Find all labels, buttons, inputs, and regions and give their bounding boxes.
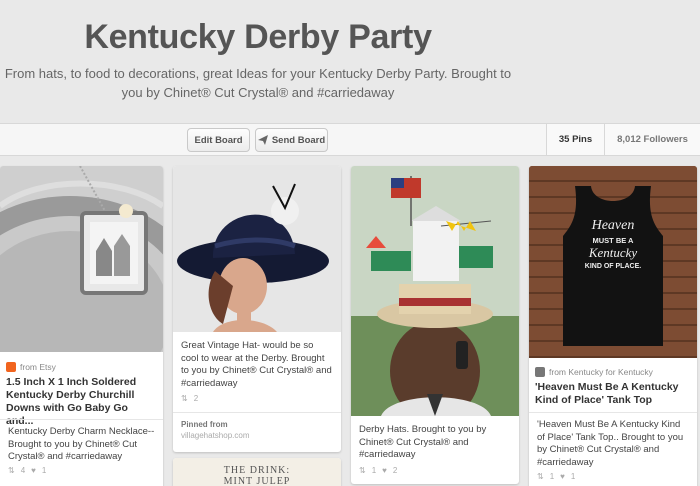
like-count: 1 [41,466,47,475]
board-header: Kentucky Derby Party From hats, to food … [0,0,700,123]
pin-title[interactable]: 'Heaven Must Be A Kentucky Kind of Place… [535,381,691,407]
pin-image-vintage-hat[interactable] [173,166,341,332]
repin-icon: ⇅ [359,466,366,475]
pin-source[interactable]: from Kentucky for Kentucky [535,367,653,377]
heart-icon: ♥ [31,466,36,475]
repin-icon: ⇅ [181,394,188,403]
send-board-label: Send Board [271,134,326,146]
send-board-button[interactable]: Send Board [255,128,328,152]
heart-icon: ♥ [382,466,387,475]
board-title: Kentucky Derby Party [84,18,432,56]
pin-source-label: from Kentucky for Kentucky [549,367,653,377]
pin-divider [529,412,697,413]
pin-image-necklace[interactable] [0,166,163,352]
send-plane-icon [257,135,268,145]
source-icon [535,367,545,377]
pin-stats: ⇅ 1 ♥ 2 [359,466,397,475]
like-count: 2 [392,466,398,475]
repin-count: 1 [549,472,555,481]
edit-board-label: Edit Board [194,134,243,146]
pin-card[interactable]: THE DRINK: MINT JULEP [173,458,341,486]
edit-board-button[interactable]: Edit Board [187,128,250,152]
pin-stats: ⇅ 2 [181,394,198,403]
repin-count: 1 [371,466,377,475]
like-count: 1 [570,472,576,481]
board-stats: 35 Pins 8,012 Followers [546,124,700,155]
pin-card[interactable]: Derby Hats. Brought to you by Chinet® Cu… [351,166,519,484]
pin-card[interactable]: Great Vintage Hat- would be so cool to w… [173,166,341,452]
pin-caption: Kentucky Derby Charm Necklace-- Brought … [8,426,155,462]
pinned-from-label: Pinned from [181,420,228,429]
pin-source-label: from Etsy [20,362,56,372]
pin-caption: Derby Hats. Brought to you by Chinet® Cu… [359,424,487,460]
pin-source[interactable]: from Etsy [6,362,56,372]
heart-icon: ♥ [560,472,565,481]
pin-stats: ⇅ 4 ♥ 1 [8,466,46,475]
pinned-from-link[interactable]: villagehatshop.com [181,431,249,440]
image-text-line: MINT JULEP [223,476,291,486]
pin-caption: Great Vintage Hat- would be so cool to w… [181,340,332,389]
pin-title[interactable]: 1.5 Inch X 1 Inch Soldered Kentucky Derb… [6,376,157,428]
board-description: From hats, to food to decorations, great… [4,66,512,100]
repin-count: 4 [20,466,26,475]
pin-divider [0,419,163,420]
pin-image-derby-hat[interactable] [351,166,519,416]
pin-card[interactable]: from Etsy 1.5 Inch X 1 Inch Soldered Ken… [0,166,163,486]
pin-divider [173,412,341,413]
pin-image-tank-top[interactable] [529,166,697,358]
repin-icon: ⇅ [8,466,15,475]
repin-icon: ⇅ [537,472,544,481]
board-toolbar: Edit Board Send Board 35 Pins 8,012 Foll… [0,123,700,156]
pin-card[interactable]: Heaven MUST BE A Kentucky KIND OF PLACE.… [529,166,697,486]
followers-count-tab[interactable]: 8,012 Followers [604,124,700,155]
etsy-icon [6,362,16,372]
pin-image-mint-julep[interactable]: THE DRINK: MINT JULEP [173,458,341,486]
pin-stats: ⇅ 1 ♥ 1 [537,472,575,481]
pins-count-tab[interactable]: 35 Pins [546,124,604,155]
pin-caption: 'Heaven Must Be A Kentucky Kind of Place… [537,419,684,468]
repin-count: 2 [193,394,199,403]
image-text-line: THE DRINK: [223,465,291,476]
